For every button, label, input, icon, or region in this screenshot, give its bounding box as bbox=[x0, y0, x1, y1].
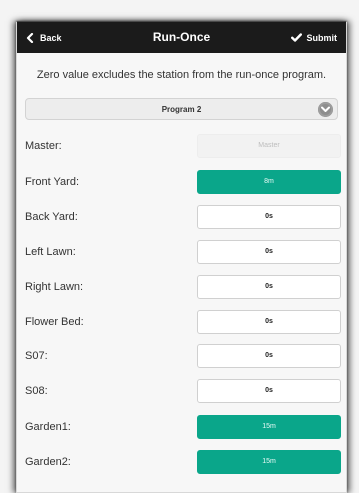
station-duration-input[interactable]: 0s bbox=[197, 240, 341, 264]
station-duration-input[interactable]: 15m bbox=[197, 450, 341, 474]
station-label: Garden1: bbox=[25, 421, 71, 433]
station-label: Back Yard: bbox=[25, 211, 78, 223]
station-label: Garden2: bbox=[25, 456, 71, 468]
station-row-s07: S07: 0s bbox=[17, 344, 346, 368]
station-label: Master: bbox=[25, 140, 62, 152]
station-label: Left Lawn: bbox=[25, 246, 76, 258]
station-duration-input[interactable]: 0s bbox=[197, 344, 341, 368]
station-list: Master: Master Front Yard: 8m Back Yard:… bbox=[17, 22, 346, 492]
station-row-master: Master: Master bbox=[17, 134, 346, 158]
station-row-garden1: Garden1: 15m bbox=[17, 415, 346, 439]
station-label: Right Lawn: bbox=[25, 281, 84, 293]
station-duration-input[interactable]: 0s bbox=[197, 205, 341, 229]
station-label: S07: bbox=[25, 350, 48, 362]
station-row-s08: S08: 0s bbox=[17, 379, 346, 403]
app-frame: Back Run-Once Submit Zero value excludes… bbox=[16, 21, 347, 493]
station-row-right-lawn: Right Lawn: 0s bbox=[17, 275, 346, 299]
station-row-left-lawn: Left Lawn: 0s bbox=[17, 240, 346, 264]
station-duration-input[interactable]: 0s bbox=[197, 379, 341, 403]
station-row-garden2: Garden2: 15m bbox=[17, 450, 346, 474]
station-duration-input: Master bbox=[197, 134, 341, 158]
station-duration-input[interactable]: 15m bbox=[197, 415, 341, 439]
station-duration-input[interactable]: 0s bbox=[197, 310, 341, 334]
station-duration-input[interactable]: 0s bbox=[197, 275, 341, 299]
station-row-back-yard: Back Yard: 0s bbox=[17, 205, 346, 229]
station-duration-input[interactable]: 8m bbox=[197, 170, 341, 194]
station-row-flower-bed: Flower Bed: 0s bbox=[17, 310, 346, 334]
station-label: S08: bbox=[25, 385, 48, 397]
station-row-front-yard: Front Yard: 8m bbox=[17, 170, 346, 194]
station-label: Flower Bed: bbox=[25, 316, 84, 328]
station-label: Front Yard: bbox=[25, 176, 80, 188]
